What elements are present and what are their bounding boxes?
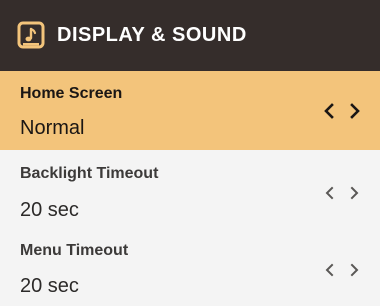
panel-header: DISPLAY & SOUND: [0, 0, 380, 71]
setting-row-backlight-timeout[interactable]: Backlight Timeout 20 sec: [0, 150, 380, 230]
value-selector: [322, 183, 362, 203]
panel-title: DISPLAY & SOUND: [57, 24, 247, 46]
setting-row-home-screen[interactable]: Home Screen Normal: [0, 71, 380, 150]
chevron-right-icon[interactable]: [348, 101, 362, 121]
setting-label: Menu Timeout: [20, 242, 129, 259]
value-selector: [322, 101, 362, 121]
setting-value: 20 sec: [20, 199, 79, 221]
display-sound-panel: DISPLAY & SOUND Home Screen Normal Backl…: [0, 0, 380, 306]
chevron-right-icon[interactable]: [348, 260, 362, 280]
chevron-right-icon[interactable]: [348, 183, 362, 203]
setting-value: Normal: [20, 117, 85, 139]
display-sound-icon: [17, 21, 45, 49]
setting-row-menu-timeout[interactable]: Menu Timeout 20 sec: [0, 230, 380, 306]
setting-label: Backlight Timeout: [20, 165, 159, 182]
chevron-left-icon[interactable]: [322, 183, 336, 203]
value-selector: [322, 260, 362, 280]
setting-label: Home Screen: [20, 85, 123, 102]
chevron-left-icon[interactable]: [322, 101, 336, 121]
setting-value: 20 sec: [20, 275, 79, 297]
chevron-left-icon[interactable]: [322, 260, 336, 280]
